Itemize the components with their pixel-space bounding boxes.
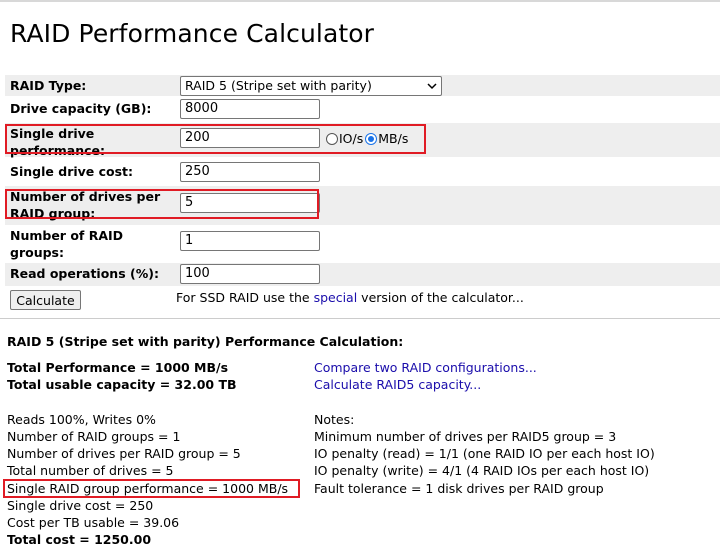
raid5-capacity-link[interactable]: Calculate RAID5 capacity... (314, 377, 481, 393)
top-border (0, 0, 720, 2)
raid-groups-input[interactable]: 1 (180, 231, 320, 251)
single-cost-row: Single drive cost: 250 (5, 157, 720, 186)
note-io-penalty-read: IO penalty (read) = 1/1 (one RAID IO per… (314, 446, 655, 461)
read-ops-input[interactable]: 100 (180, 264, 320, 284)
drive-capacity-input[interactable]: 8000 (180, 99, 320, 119)
drive-capacity-row: Drive capacity (GB): 8000 (5, 96, 720, 123)
single-cost-input[interactable]: 250 (180, 162, 320, 182)
read-write-ratio: Reads 100%, Writes 0% (7, 412, 156, 427)
drive-capacity-label: Drive capacity (GB): (10, 101, 152, 116)
ssd-hint: For SSD RAID use the special version of … (176, 290, 524, 306)
divider (0, 318, 720, 319)
total-cost-result: Total cost = 1250.00 (7, 532, 152, 547)
results-heading: RAID 5 (Stripe set with parity) Performa… (7, 334, 404, 349)
single-drive-cost-result: Single drive cost = 250 (7, 498, 154, 513)
single-cost-label: Single drive cost: (10, 164, 134, 179)
ssd-hint-suffix: version of the calculator... (357, 290, 524, 305)
read-ops-label: Read operations (%): (10, 266, 159, 281)
ssd-special-link[interactable]: special (314, 290, 358, 305)
total-performance: Total Performance = 1000 MB/s (7, 360, 229, 375)
read-ops-row: Read operations (%): 100 (5, 263, 720, 286)
raid-type-select[interactable]: RAID 5 (Stripe set with parity) (180, 76, 442, 96)
chevron-down-icon (427, 83, 437, 90)
calculate-button[interactable]: Calculate (10, 290, 81, 310)
total-capacity: Total usable capacity = 32.00 TB (7, 377, 237, 392)
notes-heading: Notes: (314, 412, 355, 427)
page-title: RAID Performance Calculator (10, 19, 375, 48)
note-fault-tolerance: Fault tolerance = 1 disk drives per RAID… (314, 481, 604, 496)
raid-groups-result: Number of RAID groups = 1 (7, 429, 181, 444)
highlight-box-group-performance (3, 479, 300, 498)
compare-configs-link[interactable]: Compare two RAID configurations... (314, 360, 537, 376)
raid-type-value: RAID 5 (Stripe set with parity) (185, 78, 372, 93)
raid-type-label: RAID Type: (10, 78, 87, 93)
total-drives-result: Total number of drives = 5 (7, 463, 174, 478)
raid-type-row: RAID Type: RAID 5 (Stripe set with parit… (5, 75, 720, 96)
cost-per-tb-result: Cost per TB usable = 39.06 (7, 515, 180, 530)
highlight-box-drives-per-group (5, 189, 319, 219)
raid-groups-label: Number of RAID groups: (10, 228, 124, 260)
raid-groups-row: Number of RAID groups: 1 (5, 225, 720, 263)
drives-per-group-result: Number of drives per RAID group = 5 (7, 446, 241, 461)
note-io-penalty-write: IO penalty (write) = 4/1 (4 RAID IOs per… (314, 463, 650, 478)
note-min-drives: Minimum number of drives per RAID5 group… (314, 429, 617, 444)
highlight-box-single-perf (5, 124, 426, 154)
ssd-hint-prefix: For SSD RAID use the (176, 290, 314, 305)
